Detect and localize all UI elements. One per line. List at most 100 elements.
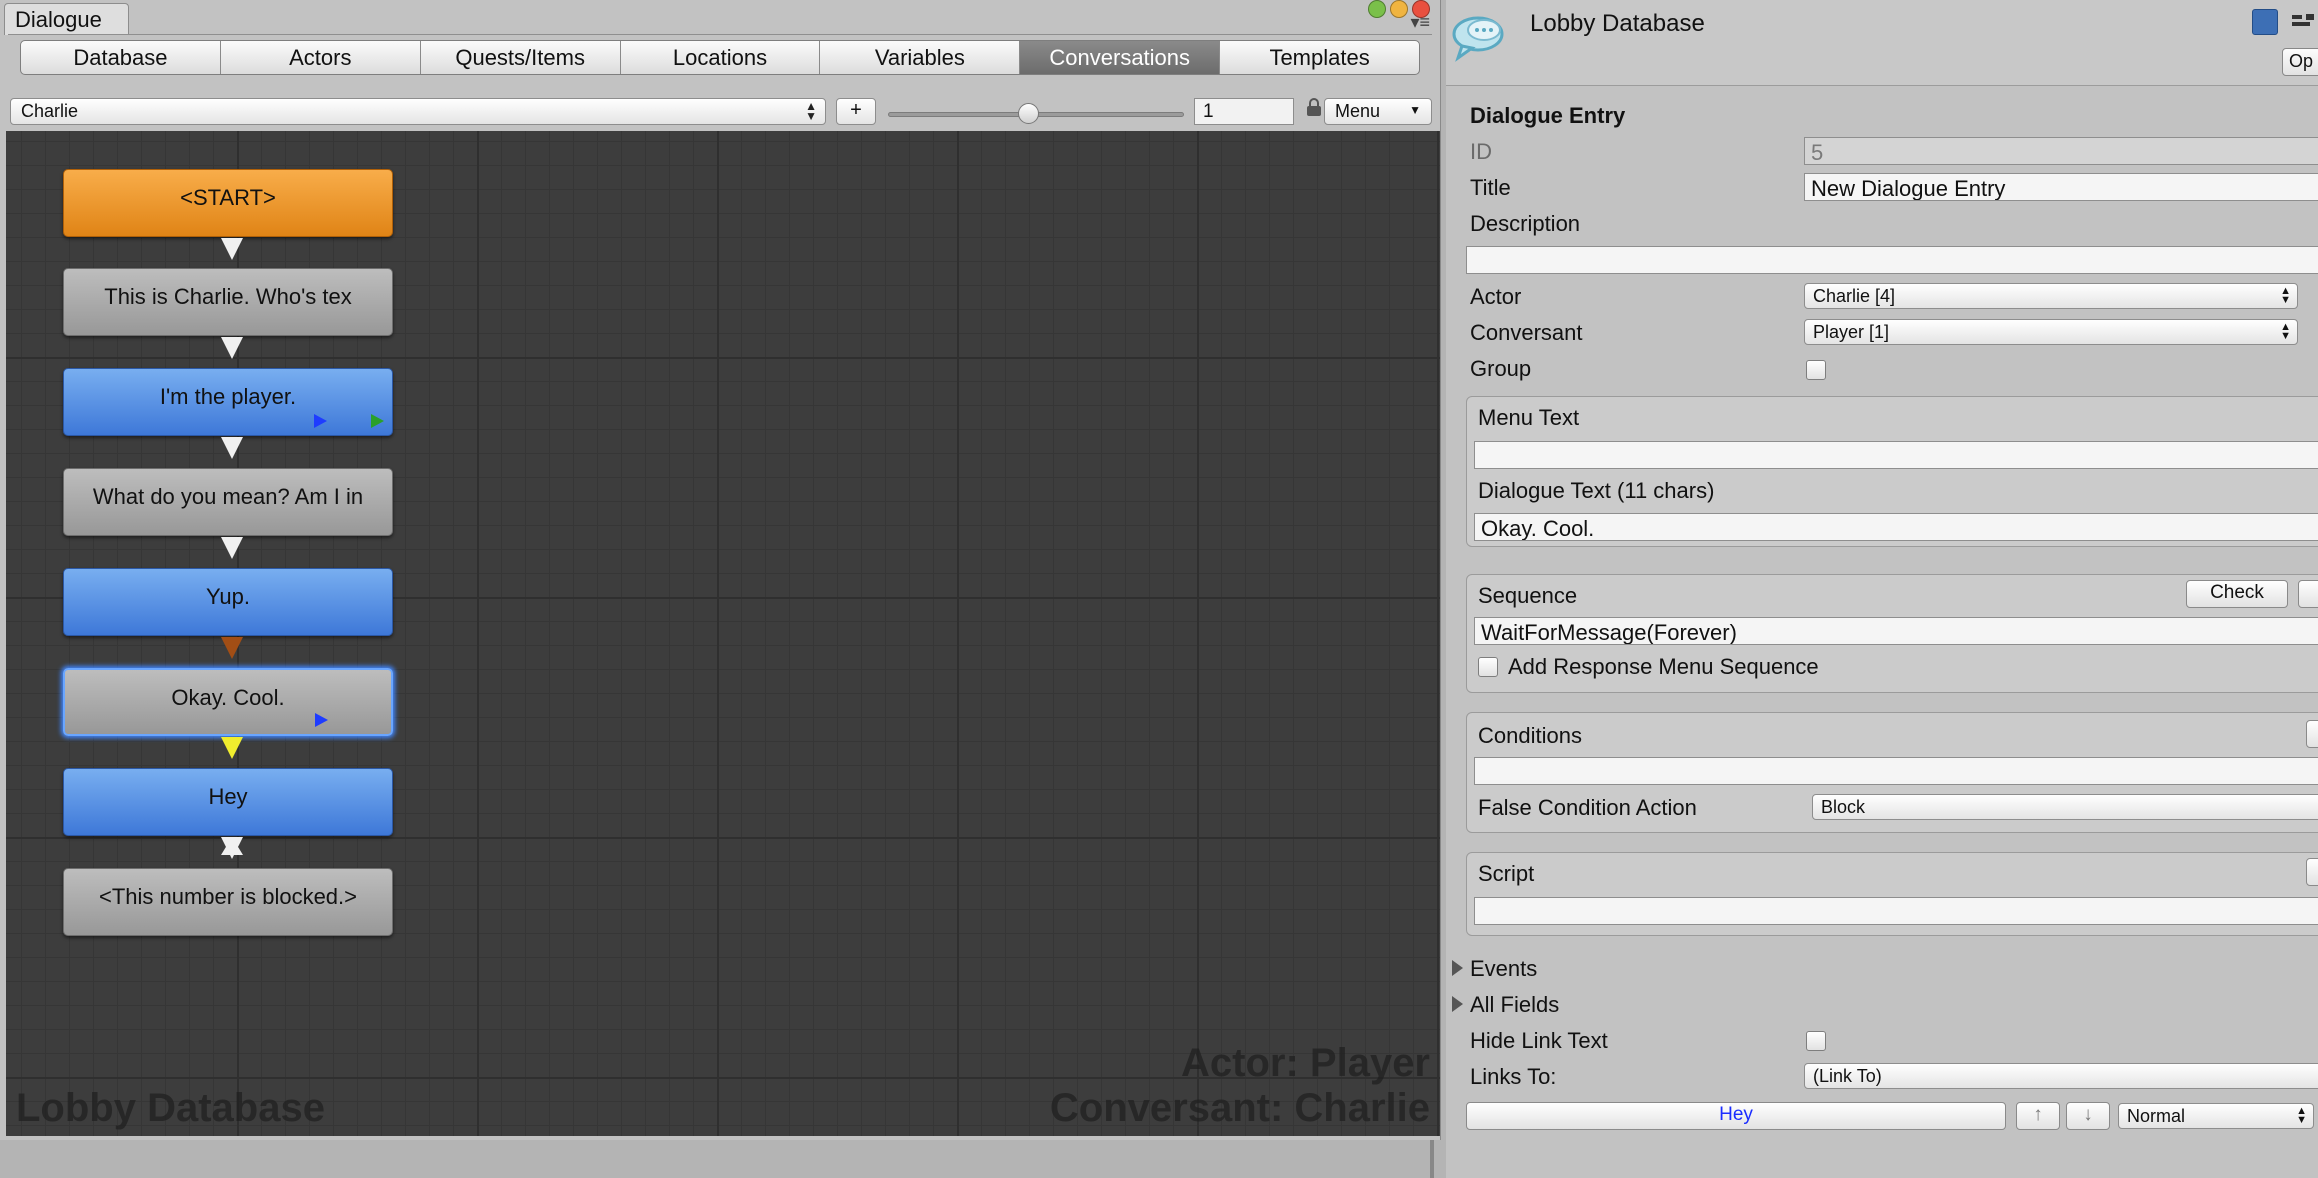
all-fields-foldout[interactable]: All Fields — [1470, 992, 1559, 1018]
conversant-select[interactable]: Player [1] ▲ ▼ — [1804, 319, 2298, 345]
conversant-select-value: Player [1] — [1813, 322, 1890, 342]
link-target-button[interactable]: Hey — [1466, 1102, 2006, 1130]
conversant-label: Conversant — [1470, 320, 1583, 345]
move-link-down-button[interactable]: ↓ — [2066, 1102, 2110, 1130]
open-button[interactable]: Op — [2282, 48, 2318, 76]
database-watermark: Lobby Database — [16, 1086, 325, 1130]
blue-flag-icon — [314, 414, 327, 428]
add-response-sequence-label: Add Response Menu Sequence — [1508, 654, 1819, 679]
conversant-watermark: Conversant: Charlie — [1049, 1086, 1430, 1130]
conditions-wizard-button[interactable] — [2306, 720, 2318, 748]
hide-link-text-checkbox[interactable] — [1806, 1031, 1826, 1051]
link-arrow-icon — [221, 737, 243, 759]
node-label: I'm the player. — [159, 384, 297, 409]
actor-select[interactable]: Charlie [4] ▲ ▼ — [1804, 283, 2298, 309]
group-checkbox[interactable] — [1806, 360, 1826, 380]
settings-icon[interactable] — [2290, 12, 2318, 34]
false-condition-value: Block — [1821, 797, 1866, 817]
tab-templates[interactable]: Templates — [1220, 41, 1419, 74]
green-flag-icon — [371, 414, 384, 428]
window-edge-divider — [1430, 1140, 1434, 1178]
updown-arrows-icon: ▲ ▼ — [2296, 1105, 2307, 1126]
node-player-entry[interactable]: I'm the player. — [63, 368, 393, 436]
dialogue-text-label: Dialogue Text (11 chars) — [1478, 478, 1715, 503]
help-book-icon[interactable] — [2252, 9, 2278, 35]
move-link-up-button[interactable]: ↑ — [2016, 1102, 2060, 1130]
add-conversation-button[interactable]: + — [836, 98, 876, 125]
false-condition-select[interactable]: Block — [1812, 794, 2318, 820]
window-tab[interactable]: Dialogue — [4, 3, 129, 35]
link-to-select[interactable]: (Link To) — [1804, 1063, 2318, 1089]
tab-locations[interactable]: Locations — [621, 41, 821, 74]
id-field: 5 — [1804, 137, 2318, 165]
hide-link-text-label: Hide Link Text — [1470, 1028, 1608, 1053]
tab-database[interactable]: Database — [21, 41, 221, 74]
sequence-field[interactable]: WaitForMessage(Forever) — [1474, 617, 2318, 645]
script-label: Script — [1478, 861, 1535, 886]
editor-tabs: Database Actors Quests/Items Locations V… — [20, 40, 1420, 75]
sequence-label: Sequence — [1478, 583, 1578, 608]
node-label: Okay. Cool. — [171, 685, 285, 710]
conversation-select[interactable]: Charlie ▲ ▼ — [10, 98, 826, 125]
title-label: Title — [1470, 175, 1511, 200]
zoom-field[interactable]: 1 — [1194, 98, 1294, 125]
conversation-select-value: Charlie — [21, 101, 79, 121]
add-response-sequence-checkbox[interactable] — [1478, 657, 1498, 677]
link-arrow-up-icon — [221, 837, 243, 855]
tab-conversations[interactable]: Conversations — [1020, 41, 1221, 74]
caret-down-icon: ▼ — [1409, 103, 1421, 117]
updown-arrows-icon: ▲ ▼ — [2280, 285, 2291, 306]
lock-icon[interactable] — [1306, 98, 1322, 118]
link-arrow-icon — [221, 238, 243, 260]
node-label: <This number is blocked.> — [98, 884, 358, 909]
title-field[interactable]: New Dialogue Entry — [1804, 173, 2318, 201]
dialogue-text-field[interactable]: Okay. Cool. — [1474, 513, 2318, 541]
conditions-label: Conditions — [1478, 723, 1582, 748]
updown-arrows-icon: ▲ ▼ — [805, 99, 817, 123]
node-npc-entry[interactable]: What do you mean? Am I in — [63, 468, 393, 536]
node-player-entry[interactable]: Hey — [63, 768, 393, 836]
minimize-dot-icon[interactable] — [1390, 0, 1408, 18]
node-selected-entry[interactable]: Okay. Cool. — [63, 668, 393, 736]
conditions-field[interactable] — [1474, 757, 2318, 785]
actor-watermark: Actor: Player — [1181, 1041, 1430, 1085]
zoom-slider-thumb[interactable] — [1018, 103, 1039, 124]
inspector-panel: Lobby Database Op Dialogue Entry ID 5 Ti… — [1446, 0, 2318, 1178]
node-label: What do you mean? Am I in — [92, 484, 364, 509]
check-button[interactable]: Check — [2186, 580, 2288, 608]
tab-quests-items[interactable]: Quests/Items — [421, 41, 621, 74]
false-condition-label: False Condition Action — [1478, 795, 1697, 820]
all-fields-foldout-icon[interactable] — [1452, 996, 1463, 1012]
dialogue-database-icon — [1452, 16, 1504, 62]
window-menu-icon[interactable]: ▾≡ — [1410, 12, 1430, 33]
actor-label: Actor — [1470, 284, 1522, 309]
menu-dropdown[interactable]: Menu ▼ — [1324, 98, 1432, 125]
node-npc-entry[interactable]: This is Charlie. Who's tex — [63, 268, 393, 336]
tab-variables[interactable]: Variables — [820, 41, 1021, 74]
inspector-title: Lobby Database — [1530, 10, 1705, 37]
id-label: ID — [1470, 139, 1492, 164]
events-foldout[interactable]: Events — [1470, 956, 1537, 982]
script-wizard-button[interactable] — [2306, 858, 2318, 886]
menu-text-field[interactable] — [1474, 441, 2318, 469]
updown-arrows-icon: ▲ ▼ — [2280, 321, 2291, 342]
node-start[interactable]: <START> — [63, 169, 393, 237]
sequence-extra-button[interactable] — [2298, 580, 2318, 608]
node-label: Hey — [208, 784, 248, 809]
links-to-label: Links To: — [1470, 1064, 1557, 1089]
node-label: <START> — [180, 185, 276, 210]
menu-dropdown-label: Menu — [1335, 101, 1381, 121]
link-priority-select[interactable]: Normal ▲ ▼ — [2118, 1103, 2314, 1129]
section-heading: Dialogue Entry — [1470, 103, 1626, 128]
maximize-dot-icon[interactable] — [1368, 0, 1386, 18]
actor-select-value: Charlie [4] — [1813, 286, 1896, 306]
tab-actors[interactable]: Actors — [221, 41, 421, 74]
link-arrow-icon — [221, 437, 243, 459]
script-field[interactable] — [1474, 897, 2318, 925]
node-player-entry[interactable]: Yup. — [63, 568, 393, 636]
divider — [8, 34, 1432, 35]
events-foldout-icon[interactable] — [1452, 960, 1463, 976]
description-field[interactable] — [1466, 246, 2318, 274]
node-canvas[interactable]: <START> This is Charlie. Who's tex I'm t… — [6, 131, 1440, 1136]
node-npc-entry[interactable]: <This number is blocked.> — [63, 868, 393, 936]
